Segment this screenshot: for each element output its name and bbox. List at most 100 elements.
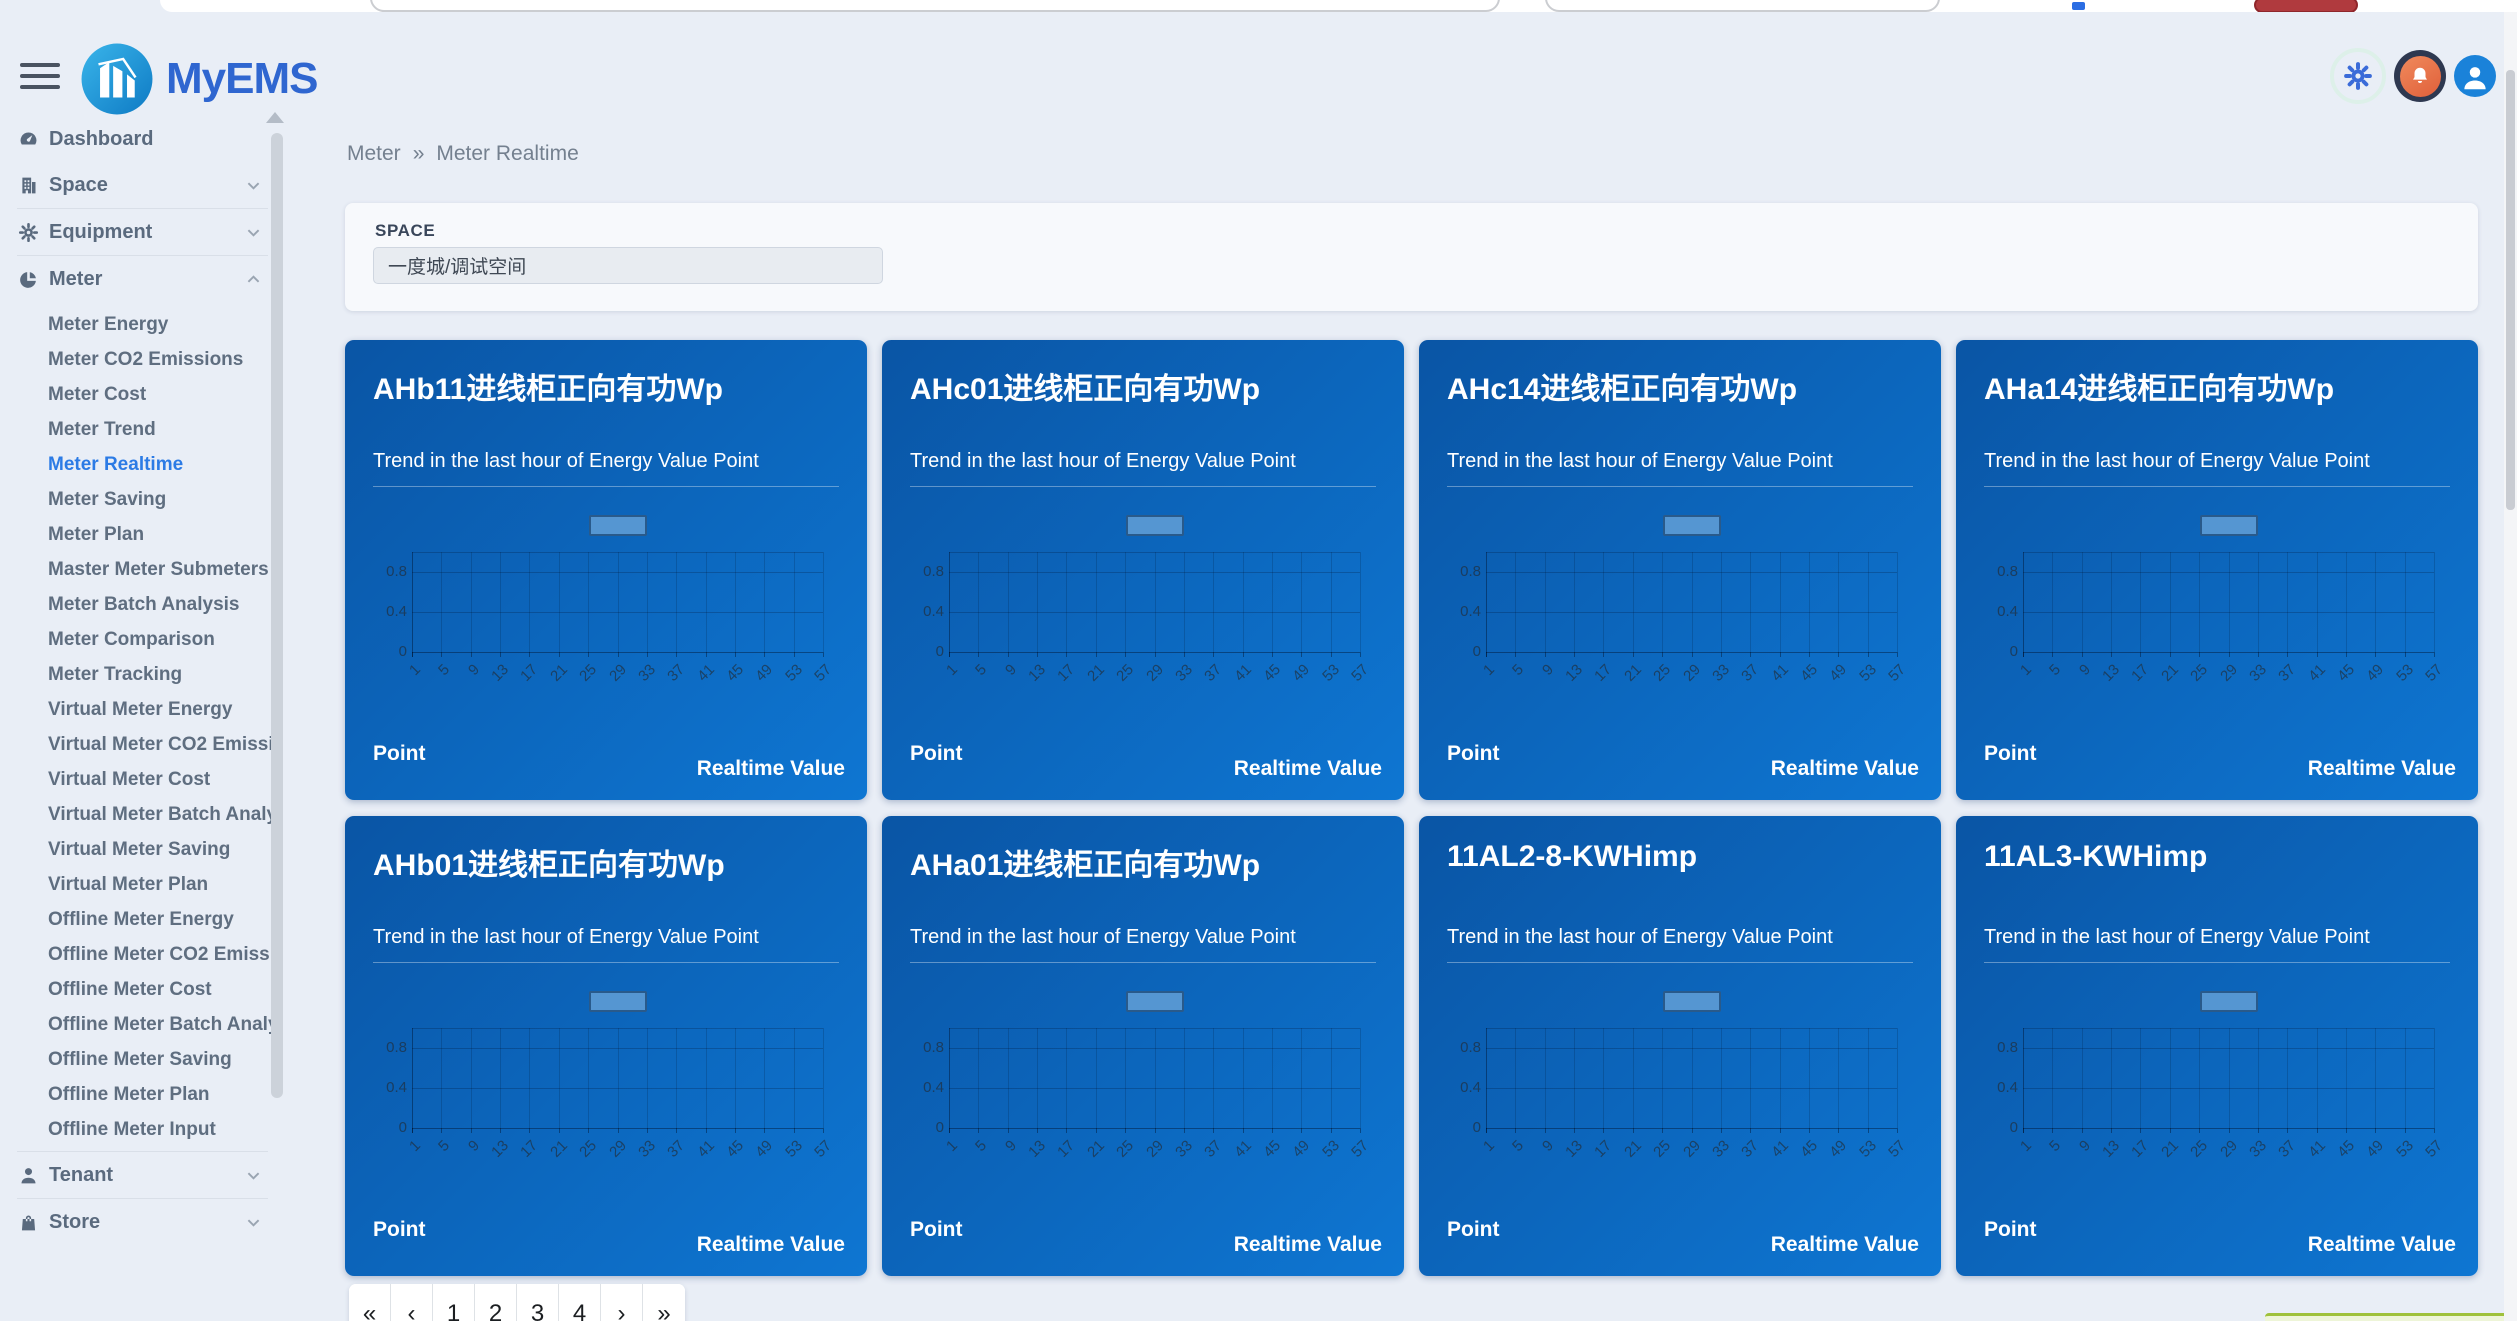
- sidebar-subitem-offline-meter-plan[interactable]: Offline Meter Plan: [0, 1077, 282, 1112]
- sidebar-subitem-meter-energy[interactable]: Meter Energy: [0, 307, 282, 342]
- sidebar-subitem-offline-meter-batch-analysis[interactable]: Offline Meter Batch Analysis: [0, 1007, 282, 1042]
- chart-legend-swatch[interactable]: [2200, 515, 2258, 536]
- gridline-v: [1183, 552, 1185, 652]
- pagination-button-4[interactable]: 4: [559, 1284, 601, 1321]
- sidebar-subitem-virtual-meter-co2-emissions[interactable]: Virtual Meter CO2 Emissions: [0, 727, 282, 762]
- sidebar-scrollbar[interactable]: [271, 133, 283, 1098]
- settings-gear-icon[interactable]: [2330, 48, 2386, 104]
- card-footer-point: Point: [373, 1218, 426, 1241]
- chart-legend-swatch[interactable]: [1126, 991, 1184, 1012]
- sidebar-subitem-meter-co2-emissions[interactable]: Meter CO2 Emissions: [0, 342, 282, 377]
- chart-legend-swatch[interactable]: [1663, 991, 1721, 1012]
- sidebar-subitem-meter-realtime[interactable]: Meter Realtime: [0, 447, 282, 482]
- sidebar-subitem-offline-meter-cost[interactable]: Offline Meter Cost: [0, 972, 282, 1007]
- sidebar-scroll-up-arrow[interactable]: [266, 112, 284, 123]
- sidebar-subitem-meter-comparison[interactable]: Meter Comparison: [0, 622, 282, 657]
- x-axis-tick: [2111, 652, 2113, 657]
- x-axis-tick: [1271, 652, 1273, 657]
- sidebar-subitem-virtual-meter-energy[interactable]: Virtual Meter Energy: [0, 692, 282, 727]
- sidebar-subitem-virtual-meter-cost[interactable]: Virtual Meter Cost: [0, 762, 282, 797]
- pagination-button-3[interactable]: 3: [517, 1284, 559, 1321]
- x-axis-tick: [470, 652, 472, 657]
- chart-legend-swatch[interactable]: [589, 991, 647, 1012]
- chart-legend-swatch[interactable]: [1663, 515, 1721, 536]
- chart-legend-swatch[interactable]: [1126, 515, 1184, 536]
- sidebar-item-meter[interactable]: Meter: [0, 256, 300, 302]
- x-axis-tick: [1897, 1128, 1898, 1133]
- x-axis-tick: [2316, 652, 2318, 657]
- gridline-v: [1574, 552, 1576, 652]
- x-axis-tick: [1603, 1128, 1605, 1133]
- sidebar-item-equipment[interactable]: Equipment: [0, 209, 300, 255]
- sidebar-subitem-meter-tracking[interactable]: Meter Tracking: [0, 657, 282, 692]
- card-footer-value: Realtime Value: [1233, 1233, 1382, 1256]
- y-axis-label: 0.4: [1460, 603, 1481, 620]
- sidebar-item-space[interactable]: Space: [0, 162, 300, 208]
- sidebar-subitem-virtual-meter-plan[interactable]: Virtual Meter Plan: [0, 867, 282, 902]
- chart-legend-swatch[interactable]: [589, 515, 647, 536]
- window-scrollbar[interactable]: [2504, 12, 2517, 1321]
- pagination-button-2[interactable]: 2: [475, 1284, 517, 1321]
- sidebar-subitem-offline-meter-energy[interactable]: Offline Meter Energy: [0, 902, 282, 937]
- sidebar-item-label: Equipment: [49, 220, 153, 243]
- sidebar-item-dashboard[interactable]: Dashboard: [0, 116, 300, 162]
- y-axis-label: 0: [935, 1119, 944, 1136]
- x-axis-tick: [1242, 1128, 1244, 1133]
- x-axis-tick: [1037, 652, 1039, 657]
- user-avatar-icon[interactable]: [2454, 55, 2496, 97]
- x-axis-tick: [1486, 1128, 1487, 1133]
- menu-icon[interactable]: [20, 63, 60, 91]
- sidebar-subitem-offline-meter-input[interactable]: Offline Meter Input: [0, 1112, 282, 1147]
- chevron-down-icon: [245, 1167, 262, 1184]
- gridline-v: [2169, 552, 2171, 652]
- meter-card: 11AL3-KWHimp Trend in the last hour of E…: [1956, 816, 2478, 1276]
- gridline-v: [2375, 1028, 2377, 1128]
- sidebar-subitem-meter-saving[interactable]: Meter Saving: [0, 482, 282, 517]
- sidebar-item-store[interactable]: Store: [0, 1199, 300, 1245]
- sidebar-item-tenant[interactable]: Tenant: [0, 1152, 300, 1198]
- window-scrollbar-thumb[interactable]: [2506, 70, 2515, 510]
- breadcrumb-meter[interactable]: Meter: [347, 142, 401, 166]
- sidebar-subitem-master-meter-submeters-balance[interactable]: Master Meter Submeters Balance: [0, 552, 282, 587]
- gridline-v: [646, 1028, 648, 1128]
- pagination-button-›[interactable]: ›: [601, 1284, 643, 1321]
- brand[interactable]: MyEMS: [80, 42, 318, 116]
- notification-bell-icon[interactable]: [2394, 50, 2446, 102]
- gridline-v: [823, 552, 824, 652]
- sidebar-nav: Dashboard Space Equipment Meter Meter Energy…: [0, 116, 300, 1321]
- gridline-v: [2023, 552, 2024, 657]
- sidebar-subitem-offline-meter-saving[interactable]: Offline Meter Saving: [0, 1042, 282, 1077]
- sidebar-subitem-virtual-meter-batch-analysis[interactable]: Virtual Meter Batch Analysis: [0, 797, 282, 832]
- sidebar-subitem-offline-meter-co2-emissions[interactable]: Offline Meter CO2 Emissions: [0, 937, 282, 972]
- sidebar-subitem-meter-plan[interactable]: Meter Plan: [0, 517, 282, 552]
- gridline-v: [1720, 1028, 1722, 1128]
- x-axis-tick: [1066, 1128, 1068, 1133]
- x-axis-tick: [2434, 652, 2435, 657]
- x-axis-tick: [2052, 652, 2054, 657]
- gridline-v: [978, 1028, 980, 1128]
- browser-button-remnant: [2254, 0, 2358, 12]
- sidebar-subitem-meter-batch-analysis[interactable]: Meter Batch Analysis: [0, 587, 282, 622]
- pagination-button-«[interactable]: «: [349, 1284, 391, 1321]
- x-axis-tick: [823, 1128, 824, 1133]
- x-axis-tick: [529, 652, 531, 657]
- x-axis-tick: [1544, 652, 1546, 657]
- sidebar-subitem-meter-trend[interactable]: Meter Trend: [0, 412, 282, 447]
- y-axis-label: 0.8: [386, 563, 407, 580]
- y-axis-label: 0.8: [386, 1039, 407, 1056]
- chart-legend-swatch[interactable]: [2200, 991, 2258, 1012]
- space-select-input[interactable]: 一度城/调试空间: [373, 247, 883, 284]
- gridline-v: [2140, 1028, 2142, 1128]
- sidebar-subitem-meter-cost[interactable]: Meter Cost: [0, 377, 282, 412]
- x-axis-tick: [500, 652, 502, 657]
- x-axis-tick: [1125, 1128, 1127, 1133]
- pagination-button-»[interactable]: »: [643, 1284, 685, 1321]
- bell-circle: [2399, 55, 2441, 97]
- gridline-v: [2140, 552, 2142, 652]
- gridline-v: [1691, 1028, 1693, 1128]
- sidebar-subitem-virtual-meter-saving[interactable]: Virtual Meter Saving: [0, 832, 282, 867]
- x-axis-tick: [2169, 652, 2171, 657]
- meter-card: AHc01进线柜正向有功Wp Trend in the last hour of…: [882, 340, 1404, 800]
- pagination-button-‹[interactable]: ‹: [391, 1284, 433, 1321]
- pagination-button-1[interactable]: 1: [433, 1284, 475, 1321]
